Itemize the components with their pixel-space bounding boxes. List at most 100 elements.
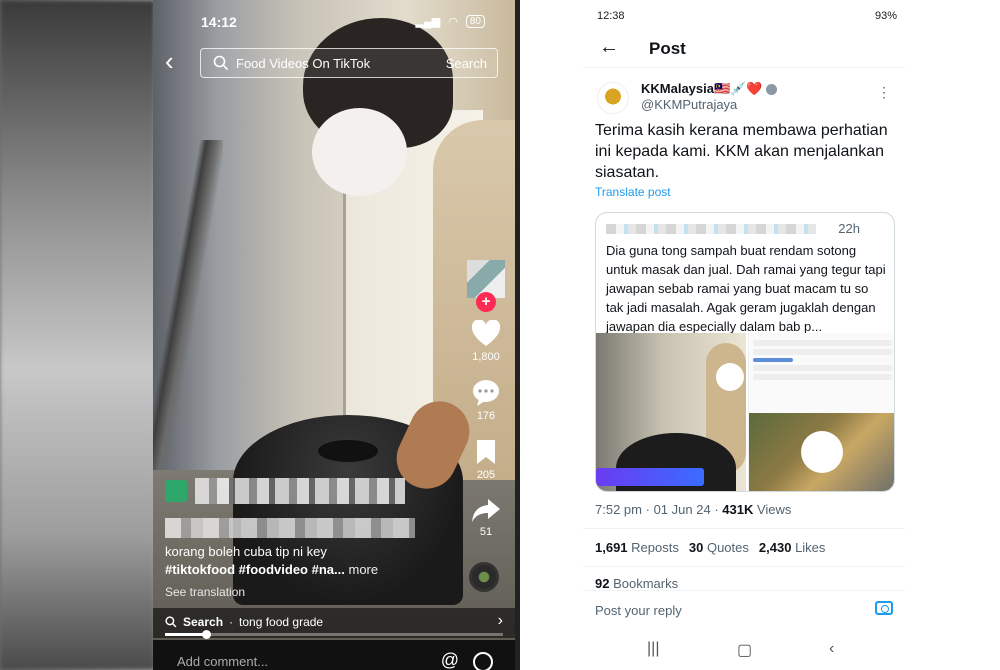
views-label: Views: [756, 502, 792, 517]
bookmarks-label: Bookmarks: [613, 576, 679, 591]
music-disc[interactable]: [469, 562, 499, 592]
reposts-stat[interactable]: 1,691 Reposts: [595, 540, 679, 555]
comment-icon: [473, 380, 499, 406]
comment-count: 176: [476, 410, 496, 422]
comment-bar[interactable]: Add comment... @: [153, 640, 515, 670]
search-bar[interactable]: Food Videos On TikTok Search: [200, 48, 498, 78]
back-nav-icon[interactable]: ‹: [829, 640, 834, 658]
status-bar: 12:38 93%: [583, 10, 905, 26]
status-time: 12:38: [597, 10, 625, 22]
quoted-image-video[interactable]: [596, 333, 746, 491]
progress-fill: [165, 633, 206, 636]
comment-line: [753, 374, 892, 380]
author-avatar[interactable]: [597, 82, 629, 114]
recent-apps-icon[interactable]: |||: [647, 640, 659, 658]
face-blur-circle: [312, 108, 407, 196]
video-caption: korang boleh cuba tip ni key #tiktokfood…: [165, 476, 455, 599]
quoted-post-time: 22h: [838, 221, 860, 236]
comment-line: [753, 340, 892, 346]
quoted-image-person[interactable]: [748, 413, 894, 491]
pixelated-username: [606, 224, 816, 234]
reply-bar[interactable]: Post your reply: [583, 590, 905, 628]
likes-label: Likes: [795, 540, 826, 555]
caption-text: korang boleh cuba tip ni key: [165, 544, 327, 559]
likes-count: 2,430: [758, 540, 792, 555]
x-post-screen: 12:38 93% ← Post KKMalaysia🇲🇾💉❤️ @KKMPut…: [583, 0, 905, 670]
heart-icon: [471, 320, 501, 346]
creator-bar: [165, 476, 455, 506]
share-icon: [472, 499, 500, 522]
post-text: Terima kasih kerana membawa perhatian in…: [595, 122, 888, 181]
search-query: Food Videos On TikTok: [236, 56, 371, 71]
chevron-right-icon: ›: [497, 612, 503, 629]
related-search-separator: ·: [229, 615, 234, 629]
share-action[interactable]: 51: [463, 497, 509, 538]
likes-stat[interactable]: 2,430 Likes: [759, 540, 826, 555]
quotes-label: Quotes: [706, 540, 749, 555]
caption-hashtags: #tiktokfood #foodvideo #na... more: [165, 562, 455, 577]
quoted-image-comments[interactable]: [748, 333, 894, 413]
signal-icon: ▂▄▆: [415, 16, 441, 28]
reposts-label: Reposts: [631, 540, 679, 555]
back-arrow-icon[interactable]: ←: [599, 36, 619, 59]
battery-icon: 80: [465, 15, 485, 28]
more-link[interactable]: more: [348, 562, 378, 577]
pixelated-username: [195, 478, 405, 504]
engagement-stats: 1,691 Reposts 30 Quotes 2,430 Likes: [595, 540, 825, 555]
quotes-stat[interactable]: 30 Quotes: [689, 540, 749, 555]
pixelated-text: [165, 518, 415, 538]
quoted-post-header: 22h: [606, 221, 886, 237]
like-action[interactable]: 1,800: [463, 320, 509, 363]
reply-input[interactable]: Post your reply: [595, 603, 682, 618]
search-button[interactable]: Search: [446, 56, 487, 71]
divider: [583, 566, 905, 567]
translate-post-link[interactable]: Translate post: [595, 185, 671, 199]
comment-line: [753, 365, 892, 371]
emoji-icon[interactable]: [473, 652, 493, 670]
like-count: 1,800: [472, 351, 500, 363]
face-blur-circle: [801, 431, 843, 473]
comment-action[interactable]: 176: [463, 379, 509, 422]
video-progress-bar[interactable]: [165, 630, 503, 639]
tiktok-screenshot: 14:12 ▂▄▆ ◠ 80 ‹ Food Videos On TikTok S…: [0, 0, 520, 670]
post-meta: 7:52 pm · 01 Jun 24 · 431K Views: [595, 502, 791, 517]
search-icon: [165, 616, 177, 628]
mention-icon[interactable]: @: [441, 650, 459, 670]
follow-plus-icon[interactable]: +: [476, 292, 496, 312]
author-name[interactable]: KKMalaysia🇲🇾💉❤️: [641, 81, 777, 97]
status-time: 14:12: [201, 14, 237, 30]
meta-separator-2: ·: [714, 502, 719, 517]
progress-handle[interactable]: [201, 630, 211, 639]
home-icon[interactable]: ▢: [737, 640, 752, 660]
post-time: 7:52 pm: [595, 502, 642, 517]
related-search: Search · tong food grade: [165, 615, 323, 629]
quotes-count: 30: [688, 540, 704, 555]
creator-badge-icon: [165, 480, 187, 502]
comment-input[interactable]: Add comment...: [177, 654, 268, 669]
android-nav-bar: ||| ▢ ‹: [583, 630, 905, 670]
hashtags[interactable]: #tiktokfood #foodvideo #na...: [165, 562, 345, 577]
reposts-count: 1,691: [595, 540, 628, 555]
top-bar: ‹ Food Videos On TikTok Search: [153, 46, 515, 80]
author-handle[interactable]: @KKMPutrajaya: [641, 97, 737, 112]
bookmark-icon: [477, 440, 495, 464]
comment-line: [753, 349, 892, 355]
related-search-label: Search: [183, 615, 224, 629]
bookmarks-stat[interactable]: 92 Bookmarks: [595, 576, 678, 591]
creator-avatar[interactable]: +: [467, 260, 505, 312]
quoted-post[interactable]: 22h Dia guna tong sampah buat rendam sot…: [595, 212, 895, 492]
bookmark-action[interactable]: 205: [463, 438, 509, 481]
face-blur-circle: [716, 363, 744, 391]
see-translation-link[interactable]: See translation: [165, 585, 455, 599]
more-options-icon[interactable]: ⋮: [877, 84, 891, 101]
related-search-term: tong food grade: [239, 615, 324, 629]
camera-icon[interactable]: [875, 601, 893, 615]
page-title: Post: [649, 39, 686, 58]
quoted-post-text: Dia guna tong sampah buat rendam sotong …: [606, 243, 886, 334]
bookmarks-count: 92: [595, 576, 610, 591]
share-count: 51: [479, 526, 493, 538]
blurred-background: [0, 0, 155, 670]
back-arrow-icon[interactable]: ‹: [165, 48, 187, 76]
bookmark-count: 205: [476, 469, 496, 481]
post-date: 01 Jun 24: [653, 502, 711, 517]
